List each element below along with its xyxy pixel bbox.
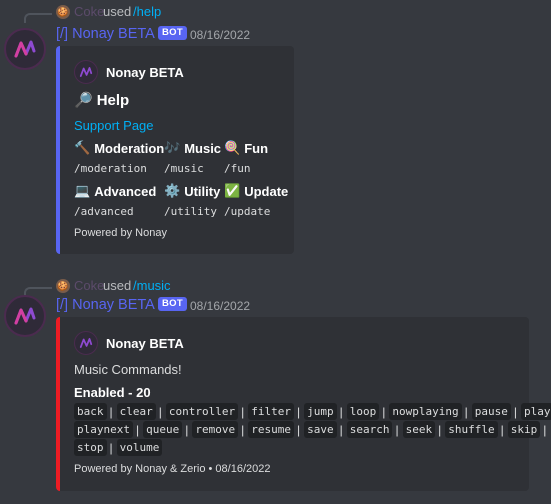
field-update-value: /update: [224, 205, 271, 218]
bot-username[interactable]: [/] Nonay BETA: [56, 26, 155, 42]
embed-author-name: Nonay BETA: [106, 64, 184, 80]
field-moderation-name: Moderation: [94, 140, 165, 156]
bot-avatar[interactable]: [4, 295, 46, 337]
command-resume: resume: [248, 421, 294, 438]
command-row-1: back | clear | controller | filter | jump | l…: [74, 403, 551, 420]
embed-description: Music Commands!: [74, 362, 182, 377]
laptop-icon: 💻: [74, 183, 91, 198]
bot-avatar[interactable]: [4, 28, 46, 70]
timestamp: 08/16/2022: [190, 299, 251, 313]
field-update: ✅ Update: [224, 183, 288, 199]
field-utility: ⚙️ Utility: [164, 183, 220, 199]
command-skip: skip: [507, 421, 541, 438]
command-queue: queue: [143, 421, 183, 438]
field-fun-value: /fun: [224, 162, 251, 175]
reply-avatar: 🍪: [56, 5, 70, 19]
command-save: save: [304, 421, 337, 438]
music-notes-icon: 🎶: [164, 140, 181, 155]
nonay-logo-icon: [79, 67, 93, 77]
help-embed: Nonay BETA 🔎 Help Support Page 🔨 Moderat…: [56, 46, 294, 254]
reply-avatar: 🍪: [56, 279, 70, 293]
field-fun-name: Fun: [244, 140, 269, 156]
command-clear: clear: [116, 403, 156, 420]
command-row-3: stop | volume: [74, 439, 163, 456]
gear-icon: ⚙️: [164, 183, 181, 198]
command-stop: stop: [74, 439, 107, 456]
field-utility-name: Utility: [184, 183, 221, 199]
nonay-logo-icon: [14, 40, 36, 58]
embed-author: Nonay BETA: [74, 331, 184, 355]
command-search: search: [346, 421, 393, 438]
command-volume: volume: [116, 439, 163, 456]
field-update-name: Update: [244, 183, 289, 199]
reply-spine: [24, 13, 52, 23]
nonay-logo-icon: [14, 307, 36, 325]
support-page-link[interactable]: Support Page: [74, 118, 154, 133]
field-moderation: 🔨 Moderation: [74, 140, 164, 156]
field-advanced: 💻 Advanced: [74, 183, 156, 199]
embed-author-avatar: [74, 60, 98, 84]
reply-used-text: used: [103, 278, 132, 293]
command-pause: pause: [471, 403, 511, 420]
field-music: 🎶 Music: [164, 140, 221, 156]
command-play: play: [520, 403, 551, 420]
command-controller: controller: [165, 403, 239, 420]
embed-title: 🔎 Help: [74, 91, 130, 110]
field-advanced-value: /advanced: [74, 205, 134, 218]
bot-tag: BOT: [158, 297, 187, 311]
command-loop: loop: [346, 403, 380, 420]
embed-author-name: Nonay BETA: [106, 335, 184, 351]
command-jump: jump: [304, 403, 337, 420]
command-back: back: [74, 403, 107, 420]
command-playnext: playnext: [74, 421, 133, 438]
embed-title-text: Help: [96, 91, 130, 109]
timestamp: 08/16/2022: [190, 28, 251, 42]
music-embed: Nonay BETA Music Commands! Enabled - 20 …: [56, 317, 551, 491]
magnifier-icon: 🔎: [74, 92, 93, 109]
command-nowplaying: nowplaying: [389, 403, 462, 420]
field-moderation-value: /moderation: [74, 162, 147, 175]
command-shuffle: shuffle: [445, 421, 498, 438]
field-utility-value: /utility: [164, 205, 217, 218]
reply-username[interactable]: Coke: [74, 278, 104, 293]
reply-used-text: used: [103, 4, 132, 19]
field-advanced-name: Advanced: [94, 183, 157, 199]
embed-author: Nonay BETA: [74, 60, 184, 84]
bot-tag: BOT: [158, 26, 187, 40]
embed-footer: Powered by Nonay & Zerio • 08/16/2022: [74, 463, 271, 475]
field-music-value: /music: [164, 162, 204, 175]
nonay-logo-icon: [79, 338, 93, 348]
reply-command[interactable]: /music: [133, 278, 171, 293]
field-fun: 🍭 Fun: [224, 140, 268, 156]
command-seek: seek: [402, 421, 436, 438]
reply-command[interactable]: /help: [133, 4, 161, 19]
bot-username[interactable]: [/] Nonay BETA: [56, 297, 155, 313]
enabled-count: Enabled - 20: [74, 385, 151, 400]
hammer-icon: 🔨: [74, 140, 91, 155]
reply-username[interactable]: Coke: [74, 4, 104, 19]
embed-footer: Powered by Nonay: [74, 227, 167, 239]
command-remove: remove: [192, 421, 239, 438]
command-row-2: playnext | queue | remove | resume | save | s…: [74, 421, 550, 438]
lollipop-icon: 🍭: [224, 140, 241, 155]
check-mark-icon: ✅: [224, 183, 241, 198]
embed-author-avatar: [74, 331, 98, 355]
field-music-name: Music: [184, 140, 222, 156]
command-filter: filter: [248, 403, 294, 420]
